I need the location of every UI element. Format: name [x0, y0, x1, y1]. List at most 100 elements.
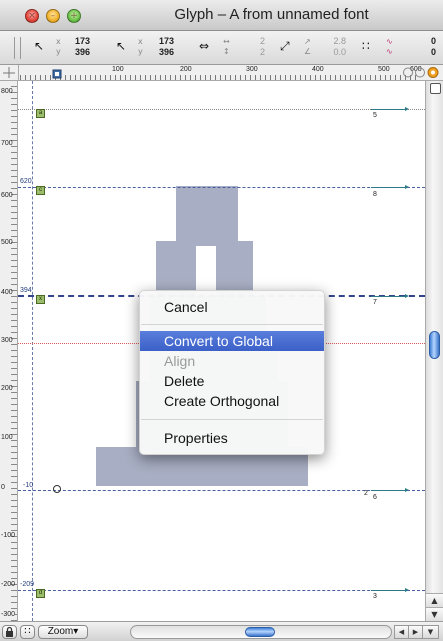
guide-badge[interactable]: c: [36, 186, 45, 195]
vruler-ticks: [11, 81, 17, 621]
ruler-label: -200: [1, 581, 16, 588]
y-label: y: [56, 47, 61, 56]
title-bar: × – + Glyph – A from unnamed font: [0, 0, 443, 31]
x-value: 173: [74, 36, 90, 46]
ruler-label: 200: [1, 385, 13, 392]
ruler-label: -100: [1, 532, 16, 539]
distance-label: ↗: [304, 37, 311, 46]
hint-marker[interactable]: [371, 107, 409, 111]
guide-label: 394: [20, 287, 32, 294]
guide-badge[interactable]: a: [36, 109, 45, 118]
delta-group[interactable]: ⇔ ↔ ↕ 2 2: [199, 35, 275, 61]
dy-label: ↕: [223, 47, 230, 56]
grid-button[interactable]: ∷: [20, 625, 35, 639]
horizontal-ruler[interactable]: 100 200 300 400 500 600: [0, 65, 443, 81]
hint-number: 3: [373, 593, 377, 600]
y-value: 396: [74, 47, 90, 57]
vertical-scroll-thumb[interactable]: [429, 331, 440, 359]
dx-value: 2: [259, 36, 265, 46]
toolbar: ↖ x y 173 396 ↖ x y 173 396 ⇔ ↔ ↕ 2 2 ⤢ …: [0, 31, 443, 65]
scroll-right-button[interactable]: ▶: [408, 625, 423, 639]
menu-item-cancel[interactable]: Cancel: [140, 297, 324, 317]
hint-marker[interactable]: [371, 588, 409, 592]
measure-icon: ⤢: [280, 39, 290, 53]
ruler-label: 100: [112, 66, 124, 73]
hint-number: 8: [373, 191, 377, 198]
descender-guide[interactable]: [18, 590, 425, 591]
close-window-button[interactable]: ×: [25, 9, 39, 23]
ruler-label: 500: [378, 66, 390, 73]
hint-number: 5: [373, 112, 377, 119]
curve-y-label: ∿: [386, 47, 393, 56]
lock-icon: [6, 626, 13, 637]
guide-badge[interactable]: d: [36, 589, 45, 598]
cap-height-guide[interactable]: [18, 187, 425, 188]
grid-points-icon: ∷: [362, 39, 370, 53]
ascender-guide[interactable]: [18, 109, 425, 110]
curve-group[interactable]: ∷ ∿ ∿ 0 0: [362, 35, 438, 61]
scroll-up-button[interactable]: ▲: [426, 593, 443, 608]
y-label: y: [138, 47, 143, 56]
dx-label: ↔: [223, 37, 230, 46]
ruler-label: 800: [1, 88, 13, 95]
guide-badge[interactable]: x: [36, 295, 45, 304]
angle-label: ∠: [304, 47, 312, 56]
x-label: x: [138, 37, 143, 46]
vertical-ruler[interactable]: 800 700 600 500 400 300 200 100 0 -100 -…: [0, 81, 18, 621]
y-value: 396: [158, 47, 174, 57]
ruler-label: 400: [1, 289, 13, 296]
angle-value: 0.0: [333, 47, 346, 57]
menu-item-properties[interactable]: Properties: [140, 428, 324, 448]
curve-x-label: ∿: [386, 37, 393, 46]
ruler-ticks: [20, 65, 420, 80]
left-sidebearing-guide[interactable]: [32, 81, 33, 621]
distance-angle-group[interactable]: ⤢ ↗ ∠ 2.8 0.0: [280, 35, 356, 61]
view-mode-icons[interactable]: [402, 66, 442, 79]
ruler-label: 300: [1, 337, 13, 344]
pointer-coords-group[interactable]: ↖ x y 173 396: [34, 35, 104, 61]
lock-button[interactable]: [2, 625, 17, 639]
menu-item-delete[interactable]: Delete: [140, 371, 324, 391]
toolbar-grip[interactable]: [14, 37, 21, 59]
hint-number: 2: [364, 490, 368, 497]
ruler-corner[interactable]: [0, 65, 19, 80]
origin-point-icon[interactable]: [52, 484, 62, 494]
curve-x-value: 0: [430, 36, 436, 46]
hint-marker[interactable]: [371, 294, 409, 298]
menu-separator: [141, 419, 323, 420]
ruler-label: 500: [1, 239, 13, 246]
hint-marker[interactable]: [371, 488, 409, 492]
ruler-label: 300: [246, 66, 258, 73]
x-label: x: [56, 37, 61, 46]
curve-y-value: 0: [430, 47, 436, 57]
ruler-label: 700: [1, 140, 13, 147]
hint-number: 7: [373, 299, 377, 306]
window-title: Glyph – A from unnamed font: [174, 6, 369, 23]
origin-marker-icon: [52, 69, 62, 79]
ruler-label: 100: [1, 434, 13, 441]
menu-item-create-orthogonal[interactable]: Create Orthogonal: [140, 391, 324, 411]
vertical-scrollbar[interactable]: ▲ ▼: [425, 81, 443, 622]
ruler-label: 0: [1, 484, 5, 491]
point-coords-group[interactable]: ↖ x y 173 396: [116, 35, 188, 61]
horizontal-scroll-thumb[interactable]: [245, 627, 275, 637]
dy-value: 2: [259, 47, 265, 57]
menu-item-convert-to-global[interactable]: Convert to Global: [140, 331, 324, 351]
zoom-menu-button[interactable]: Zoom▾: [38, 625, 88, 639]
x-value: 173: [158, 36, 174, 46]
context-menu: Cancel Convert to Global Align Delete Cr…: [139, 290, 325, 455]
resize-grip[interactable]: ▼: [422, 625, 439, 639]
horizontal-scrollbar[interactable]: [130, 625, 392, 639]
scroll-left-button[interactable]: ◀: [394, 625, 409, 639]
hint-marker[interactable]: [371, 185, 409, 189]
close-icon: ×: [28, 11, 36, 21]
hint-number: 6: [373, 494, 377, 501]
guide-label: -209: [20, 581, 35, 588]
panel-toggle-button[interactable]: [430, 83, 441, 94]
guide-label: 620: [20, 178, 32, 185]
move-arrows-icon: ⇔: [199, 39, 210, 53]
guide-label: -10: [23, 482, 34, 489]
ruler-label: 400: [312, 66, 324, 73]
scroll-down-button[interactable]: ▼: [426, 607, 443, 622]
ruler-label: 600: [1, 192, 13, 199]
